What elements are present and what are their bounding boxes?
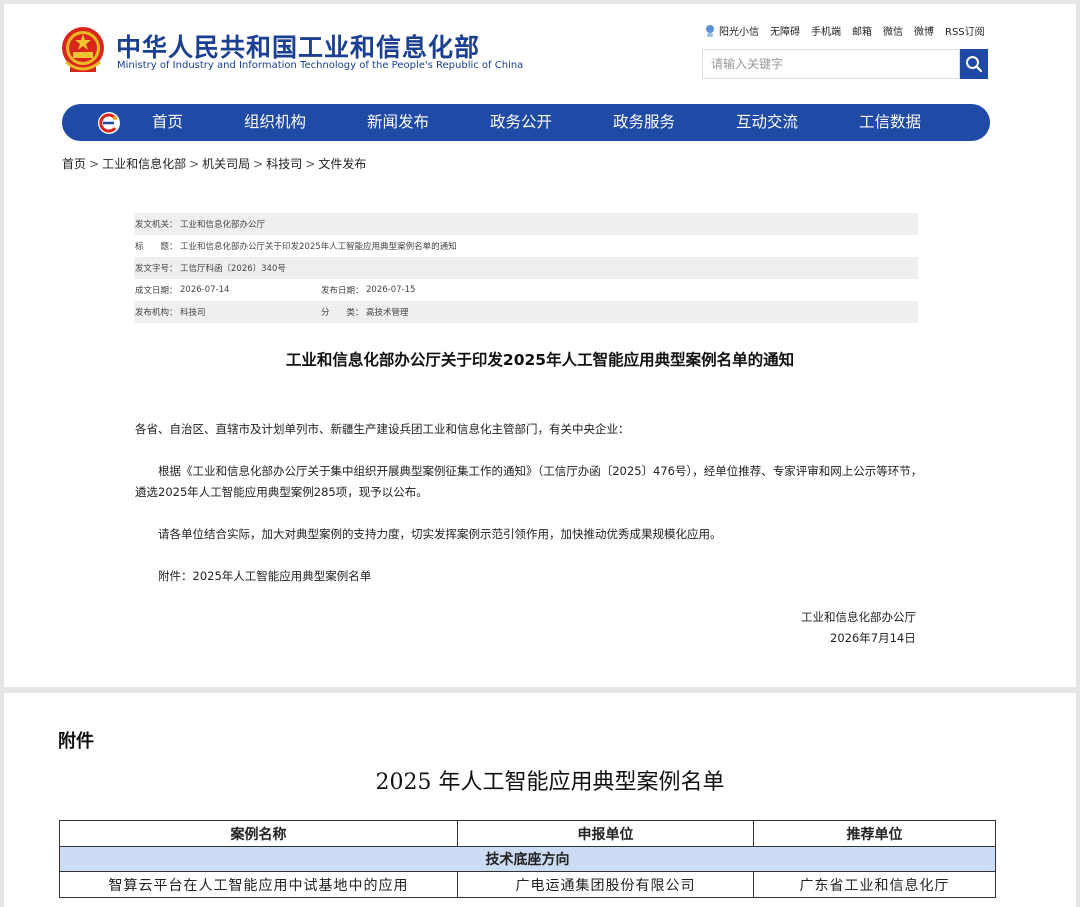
breadcrumb-documents[interactable]: 文件发布 (318, 157, 366, 171)
breadcrumb: 首页 > 工业和信息化部 > 机关司局 > 科技司 > 文件发布 (62, 157, 367, 171)
attachment-link[interactable]: 附件：2025年人工智能应用典型案例名单 (158, 568, 371, 584)
nav-data[interactable]: 工信数据 (859, 104, 921, 141)
nav-government-affairs[interactable]: 政务公开 (490, 104, 552, 141)
paragraph-1-line-2: 遴选2025年人工智能应用典型案例285项，现予以公布。 (135, 485, 428, 499)
top-link-sunshine[interactable]: 阳光小信 (704, 23, 759, 38)
applicant-cell: 广电运通集团股份有限公司 (457, 871, 754, 898)
meta-row-dates: 成文日期： 2026-07-14 发布日期： 2026-07-15 (135, 285, 416, 296)
table-section-row: 技术底座方向 (59, 846, 996, 872)
top-link-mail[interactable]: 邮箱 (852, 23, 872, 38)
ministry-logo-icon[interactable] (96, 110, 122, 136)
section-label: 技术底座方向 (59, 846, 996, 872)
site-subtitle: Ministry of Industry and Information Tec… (117, 60, 524, 71)
top-link-mobile[interactable]: 手机端 (811, 23, 841, 38)
document-meta-table: 发文机关： 工业和信息化部办公厅 标 题： 工业和信息化部办公厅关于印发2025… (134, 213, 918, 323)
nav-home[interactable]: 首页 (152, 104, 183, 141)
breadcrumb-ministry[interactable]: 工业和信息化部 (102, 157, 186, 171)
salutation-text: 各省、自治区、直辖市及计划单列市、新疆生产建设兵团工业和信息化主管部门，有关中央… (135, 422, 630, 436)
mascot-icon (706, 24, 714, 37)
table-header-row: 案例名称 申报单位 推荐单位 (59, 820, 996, 847)
top-link-weibo[interactable]: 微博 (914, 23, 934, 38)
national-emblem-icon (62, 27, 104, 72)
breadcrumb-science-dept[interactable]: 科技司 (266, 157, 302, 171)
case-list-table: 案例名称 申报单位 推荐单位 技术底座方向 智算云平台在人工智能应用中试基地中的… (59, 820, 996, 898)
breadcrumb-departments[interactable]: 机关司局 (202, 157, 250, 171)
case-name-cell: 智算云平台在人工智能应用中试基地中的应用 (59, 871, 458, 898)
table-row: 智算云平台在人工智能应用中试基地中的应用 广电运通集团股份有限公司 广东省工业和… (59, 871, 996, 898)
nav-interaction[interactable]: 互动交流 (736, 104, 798, 141)
main-nav: 首页 组织机构 新闻发布 政务公开 政务服务 互动交流 工信数据 (62, 104, 990, 141)
nav-news[interactable]: 新闻发布 (367, 104, 429, 141)
top-links: 阳光小信 无障碍 手机端 邮箱 微信 微博 RSS订阅 (704, 23, 985, 38)
signature-text: 工业和信息化部办公厅 (801, 610, 916, 624)
document-title: 工业和信息化部办公厅关于印发2025年人工智能应用典型案例名单的通知 (285, 351, 795, 369)
breadcrumb-home[interactable]: 首页 (62, 157, 86, 171)
signature-date: 2026年7月14日 (830, 631, 916, 645)
meta-row-doc-no: 发文字号： 工信厅科函〔2026〕340号 (134, 257, 918, 279)
meta-row-org: 发布机构： 科技司 分 类： 高技术管理 (134, 301, 918, 323)
search-input[interactable] (702, 49, 960, 79)
paragraph-1-line-1: 根据《工业和信息化部办公厅关于集中组织开展典型案例征集工作的通知》（工信厅办函〔… (158, 464, 923, 478)
case-list-title: 2025 年人工智能应用典型案例名单 (375, 770, 725, 795)
column-header-case-name: 案例名称 (59, 820, 458, 847)
site-title: 中华人民共和国工业和信息化部 (116, 33, 481, 62)
top-link-rss[interactable]: RSS订阅 (945, 23, 985, 38)
nav-government-services[interactable]: 政务服务 (613, 104, 675, 141)
meta-row-title: 标 题： 工业和信息化部办公厅关于印发2025年人工智能应用典型案例名单的通知 (135, 242, 457, 252)
search-icon (966, 56, 983, 73)
top-link-accessibility[interactable]: 无障碍 (770, 23, 800, 38)
search-button[interactable] (960, 49, 988, 79)
column-header-applicant: 申报单位 (457, 820, 754, 847)
attachment-label: 附件 (58, 731, 94, 752)
paragraph-2: 请各单位结合实际，加大对典型案例的支持力度，切实发挥案例示范引领作用，加快推动优… (158, 527, 722, 541)
top-link-wechat[interactable]: 微信 (883, 23, 903, 38)
nav-organization[interactable]: 组织机构 (244, 104, 306, 141)
recommender-cell: 广东省工业和信息化厅 (753, 871, 996, 898)
meta-row-issuer: 发文机关： 工业和信息化部办公厅 (134, 213, 918, 235)
column-header-recommender: 推荐单位 (753, 820, 996, 847)
